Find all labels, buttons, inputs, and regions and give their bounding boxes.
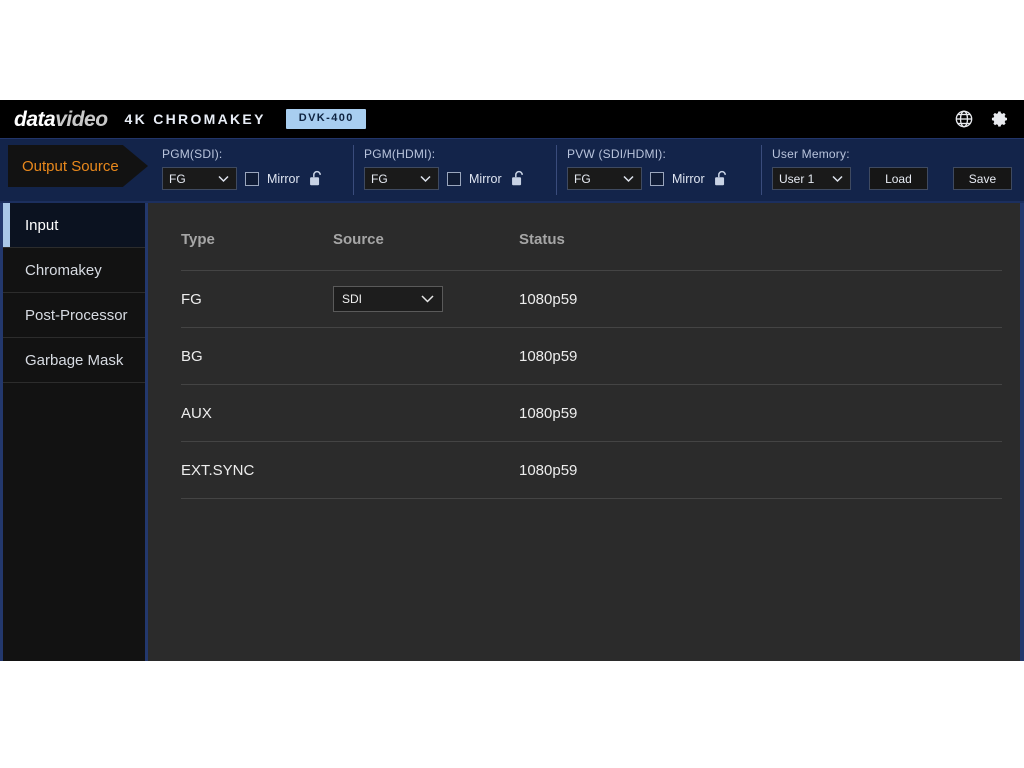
content-panel: Type Source Status FG SDI — [148, 203, 1024, 661]
output-source-toolbar: Output Source PGM(SDI): FG Mirror — [0, 138, 1024, 201]
save-button[interactable]: Save — [953, 167, 1012, 190]
pgm-sdi-label: PGM(SDI): — [162, 147, 354, 161]
chevron-down-icon — [420, 175, 431, 182]
table-row: BG 1080p59 — [181, 328, 1002, 385]
cell-source — [333, 385, 519, 442]
unlocked-padlock-icon[interactable] — [308, 170, 323, 187]
application-window: datavideo 4K CHROMAKEY DVK-400 — [0, 100, 1024, 661]
table-row-end-divider — [181, 499, 1002, 500]
divider-cell — [519, 499, 1002, 500]
sidebar-item-chromakey[interactable]: Chromakey — [3, 248, 145, 293]
cell-source — [333, 442, 519, 499]
pvw-mirror-label: Mirror — [672, 172, 705, 186]
chevron-down-icon — [623, 175, 634, 182]
chevron-down-icon — [421, 295, 434, 303]
datavideo-logo: datavideo — [14, 109, 108, 130]
pgm-sdi-mirror-checkbox[interactable] — [245, 172, 259, 186]
unlocked-padlock-icon[interactable] — [713, 170, 728, 187]
product-title: 4K CHROMAKEY — [125, 111, 266, 127]
sidebar-item-label: Input — [25, 217, 58, 234]
sidebar-item-garbage-mask[interactable]: Garbage Mask — [3, 338, 145, 383]
sidebar-item-post-processor[interactable]: Post-Processor — [3, 293, 145, 338]
sidebar-nav: Input Chromakey Post-Processor Garbage M… — [0, 203, 148, 661]
globe-icon[interactable] — [954, 109, 974, 129]
cell-type: BG — [181, 328, 333, 385]
pgm-hdmi-group: PGM(HDMI): FG Mirror — [354, 139, 557, 201]
fg-source-select[interactable]: SDI — [333, 286, 443, 312]
cell-status: 1080p59 — [519, 271, 1002, 328]
sidebar-item-label: Post-Processor — [25, 307, 128, 324]
pvw-label: PVW (SDI/HDMI): — [567, 147, 762, 161]
pvw-group: PVW (SDI/HDMI): FG Mirror — [557, 139, 762, 201]
table-header-row: Type Source Status — [181, 203, 1002, 271]
load-button[interactable]: Load — [869, 167, 928, 190]
input-status-table: Type Source Status FG SDI — [181, 203, 1002, 499]
chevron-down-icon — [218, 175, 229, 182]
pgm-sdi-select-value: FG — [169, 172, 186, 186]
sidebar-item-label: Chromakey — [25, 262, 102, 279]
cell-status: 1080p59 — [519, 442, 1002, 499]
cell-source — [333, 328, 519, 385]
column-header-type: Type — [181, 203, 333, 271]
user-memory-label: User Memory: — [772, 147, 1012, 161]
column-header-source: Source — [333, 203, 519, 271]
user-memory-select-value: User 1 — [779, 172, 814, 186]
cell-source: SDI — [333, 271, 519, 328]
gear-icon[interactable] — [990, 109, 1010, 129]
pvw-mirror-checkbox[interactable] — [650, 172, 664, 186]
logo-text-video: video — [55, 109, 107, 130]
cell-type: EXT.SYNC — [181, 442, 333, 499]
pgm-hdmi-mirror-label: Mirror — [469, 172, 502, 186]
sidebar-item-label: Garbage Mask — [25, 352, 123, 369]
pvw-select[interactable]: FG — [567, 167, 642, 190]
cell-type: AUX — [181, 385, 333, 442]
user-memory-group: User Memory: User 1 Load Save — [762, 139, 1012, 201]
table-row: EXT.SYNC 1080p59 — [181, 442, 1002, 499]
cell-type: FG — [181, 271, 333, 328]
pgm-sdi-group: PGM(SDI): FG Mirror — [152, 139, 354, 201]
pgm-hdmi-label: PGM(HDMI): — [364, 147, 557, 161]
fg-source-value: SDI — [342, 292, 362, 306]
cell-status: 1080p59 — [519, 328, 1002, 385]
main-body: Input Chromakey Post-Processor Garbage M… — [0, 201, 1024, 661]
title-bar: datavideo 4K CHROMAKEY DVK-400 — [0, 100, 1024, 138]
pgm-hdmi-select-value: FG — [371, 172, 388, 186]
titlebar-icon-group — [954, 100, 1010, 138]
pgm-hdmi-mirror-checkbox[interactable] — [447, 172, 461, 186]
user-memory-select[interactable]: User 1 — [772, 167, 851, 190]
chevron-down-icon — [832, 175, 843, 182]
cell-status: 1080p59 — [519, 385, 1002, 442]
output-source-tab[interactable]: Output Source — [8, 145, 148, 187]
pvw-select-value: FG — [574, 172, 591, 186]
logo-text-data: data — [14, 109, 55, 130]
unlocked-padlock-icon[interactable] — [510, 170, 525, 187]
table-row: AUX 1080p59 — [181, 385, 1002, 442]
sidebar-item-input[interactable]: Input — [3, 203, 145, 248]
table-row: FG SDI 1080p59 — [181, 271, 1002, 328]
model-badge: DVK-400 — [286, 109, 366, 128]
pgm-sdi-select[interactable]: FG — [162, 167, 237, 190]
column-header-status: Status — [519, 203, 1002, 271]
pgm-sdi-mirror-label: Mirror — [267, 172, 300, 186]
divider-cell — [333, 499, 519, 500]
pgm-hdmi-select[interactable]: FG — [364, 167, 439, 190]
divider-cell — [181, 499, 333, 500]
